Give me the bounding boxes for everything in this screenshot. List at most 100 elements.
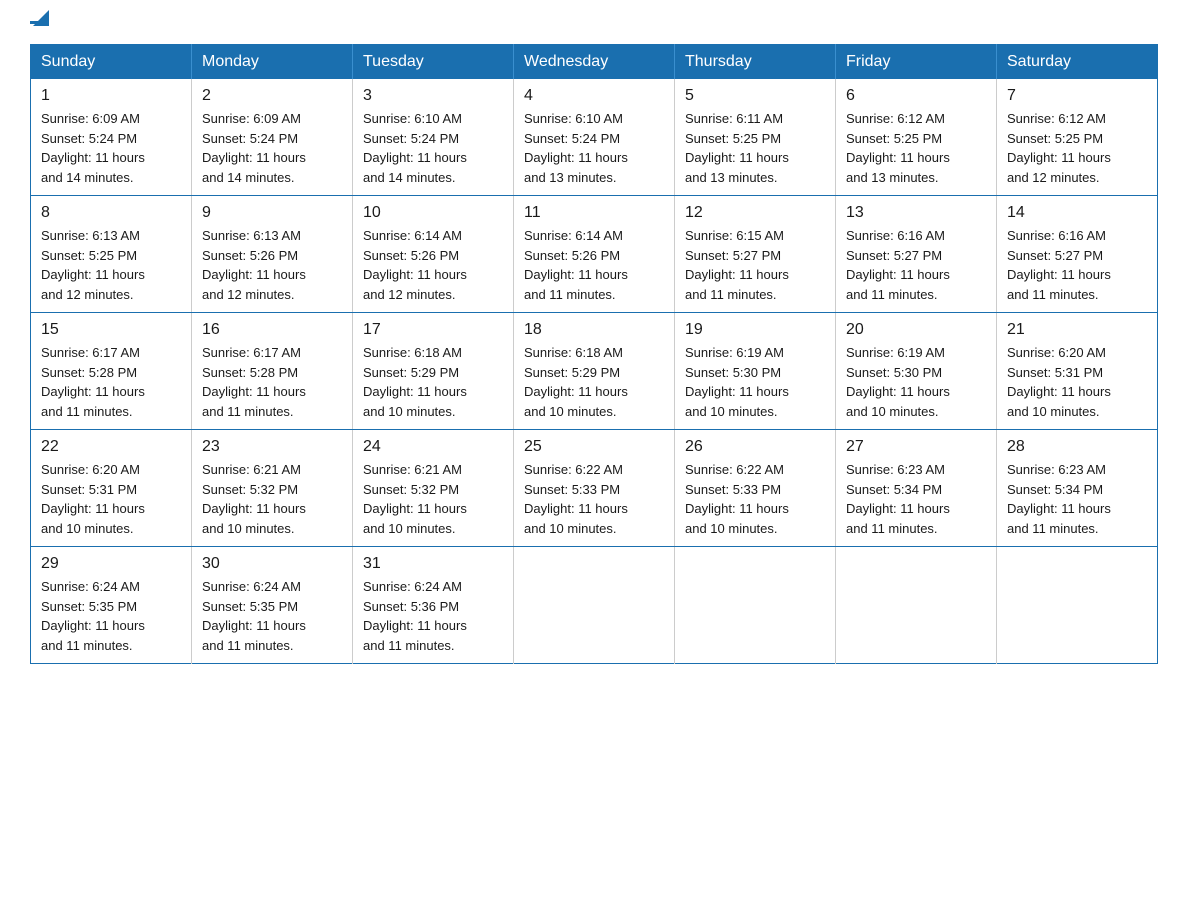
week-row-4: 22Sunrise: 6:20 AMSunset: 5:31 PMDayligh… <box>31 430 1158 547</box>
day-header-sunday: Sunday <box>31 45 192 80</box>
day-number: 31 <box>363 555 503 573</box>
day-number: 5 <box>685 87 825 105</box>
calendar-header-row: SundayMondayTuesdayWednesdayThursdayFrid… <box>31 45 1158 80</box>
day-info: Sunrise: 6:18 AMSunset: 5:29 PMDaylight:… <box>524 343 664 421</box>
day-header-friday: Friday <box>836 45 997 80</box>
calendar-cell <box>997 547 1158 664</box>
day-number: 17 <box>363 321 503 339</box>
day-number: 3 <box>363 87 503 105</box>
day-number: 8 <box>41 204 181 222</box>
day-header-saturday: Saturday <box>997 45 1158 80</box>
day-info: Sunrise: 6:17 AMSunset: 5:28 PMDaylight:… <box>202 343 342 421</box>
calendar-cell: 5Sunrise: 6:11 AMSunset: 5:25 PMDaylight… <box>675 79 836 196</box>
day-number: 26 <box>685 438 825 456</box>
day-info: Sunrise: 6:23 AMSunset: 5:34 PMDaylight:… <box>1007 460 1147 538</box>
day-number: 10 <box>363 204 503 222</box>
day-number: 12 <box>685 204 825 222</box>
day-info: Sunrise: 6:09 AMSunset: 5:24 PMDaylight:… <box>41 109 181 187</box>
day-number: 21 <box>1007 321 1147 339</box>
calendar-cell: 10 Sunrise: 6:14 AMSunset: 5:26 PMDayligh… <box>353 196 514 313</box>
day-info: Sunrise: 6:14 AMSunset: 5:26 PMDaylight:… <box>524 226 664 304</box>
calendar-cell: 4Sunrise: 6:10 AMSunset: 5:24 PMDaylight… <box>514 79 675 196</box>
day-number: 14 <box>1007 204 1147 222</box>
day-info: Sunrise: 6:10 AMSunset: 5:24 PMDaylight:… <box>363 109 503 187</box>
day-info: Sunrise: 6:16 AMSunset: 5:27 PMDaylight:… <box>846 226 986 304</box>
calendar-cell: 19Sunrise: 6:19 AMSunset: 5:30 PMDayligh… <box>675 313 836 430</box>
day-number: 22 <box>41 438 181 456</box>
week-row-3: 15 Sunrise: 6:17 AMSunset: 5:28 PMDayligh… <box>31 313 1158 430</box>
day-number: 30 <box>202 555 342 573</box>
calendar-cell: 2 Sunrise: 6:09 AMSunset: 5:24 PMDaylight… <box>192 79 353 196</box>
week-row-1: 1 Sunrise: 6:09 AMSunset: 5:24 PMDaylight… <box>31 79 1158 196</box>
day-number: 23 <box>202 438 342 456</box>
day-header-wednesday: Wednesday <box>514 45 675 80</box>
calendar-cell: 22Sunrise: 6:20 AMSunset: 5:31 PMDayligh… <box>31 430 192 547</box>
calendar-table: SundayMondayTuesdayWednesdayThursdayFrid… <box>30 44 1158 664</box>
day-info: Sunrise: 6:21 AMSunset: 5:32 PMDaylight:… <box>363 460 503 538</box>
day-header-thursday: Thursday <box>675 45 836 80</box>
day-header-monday: Monday <box>192 45 353 80</box>
calendar-cell: 26 Sunrise: 6:22 AMSunset: 5:33 PMDayligh… <box>675 430 836 547</box>
day-info: Sunrise: 6:24 AMSunset: 5:36 PMDaylight:… <box>363 577 503 655</box>
calendar-cell: 20 Sunrise: 6:19 AMSunset: 5:30 PMDayligh… <box>836 313 997 430</box>
day-number: 9 <box>202 204 342 222</box>
day-number: 2 <box>202 87 342 105</box>
calendar-cell: 9 Sunrise: 6:13 AMSunset: 5:26 PMDaylight… <box>192 196 353 313</box>
calendar-cell: 1 Sunrise: 6:09 AMSunset: 5:24 PMDaylight… <box>31 79 192 196</box>
day-number: 20 <box>846 321 986 339</box>
calendar-cell: 6 Sunrise: 6:12 AMSunset: 5:25 PMDaylight… <box>836 79 997 196</box>
day-info: Sunrise: 6:13 AMSunset: 5:25 PMDaylight:… <box>41 226 181 304</box>
day-info: Sunrise: 6:23 AMSunset: 5:34 PMDaylight:… <box>846 460 986 538</box>
day-info: Sunrise: 6:16 AMSunset: 5:27 PMDaylight:… <box>1007 226 1147 304</box>
calendar-cell: 11 Sunrise: 6:14 AMSunset: 5:26 PMDayligh… <box>514 196 675 313</box>
day-number: 15 <box>41 321 181 339</box>
calendar-cell: 16 Sunrise: 6:17 AMSunset: 5:28 PMDayligh… <box>192 313 353 430</box>
day-info: Sunrise: 6:22 AMSunset: 5:33 PMDaylight:… <box>524 460 664 538</box>
calendar-cell: 24 Sunrise: 6:21 AMSunset: 5:32 PMDayligh… <box>353 430 514 547</box>
day-number: 18 <box>524 321 664 339</box>
calendar-cell: 14 Sunrise: 6:16 AMSunset: 5:27 PMDayligh… <box>997 196 1158 313</box>
day-number: 11 <box>524 204 664 222</box>
day-info: Sunrise: 6:22 AMSunset: 5:33 PMDaylight:… <box>685 460 825 538</box>
day-number: 27 <box>846 438 986 456</box>
calendar-cell: 17 Sunrise: 6:18 AMSunset: 5:29 PMDayligh… <box>353 313 514 430</box>
day-info: Sunrise: 6:19 AMSunset: 5:30 PMDaylight:… <box>685 343 825 421</box>
day-info: Sunrise: 6:12 AMSunset: 5:25 PMDaylight:… <box>1007 109 1147 187</box>
day-info: Sunrise: 6:17 AMSunset: 5:28 PMDaylight:… <box>41 343 181 421</box>
day-number: 24 <box>363 438 503 456</box>
logo <box>30 20 49 24</box>
calendar-cell: 18 Sunrise: 6:18 AMSunset: 5:29 PMDayligh… <box>514 313 675 430</box>
calendar-cell: 15 Sunrise: 6:17 AMSunset: 5:28 PMDayligh… <box>31 313 192 430</box>
calendar-cell: 13 Sunrise: 6:16 AMSunset: 5:27 PMDayligh… <box>836 196 997 313</box>
day-info: Sunrise: 6:12 AMSunset: 5:25 PMDaylight:… <box>846 109 986 187</box>
calendar-cell: 21 Sunrise: 6:20 AMSunset: 5:31 PMDayligh… <box>997 313 1158 430</box>
calendar-cell: 29Sunrise: 6:24 AMSunset: 5:35 PMDayligh… <box>31 547 192 664</box>
calendar-cell: 12 Sunrise: 6:15 AMSunset: 5:27 PMDayligh… <box>675 196 836 313</box>
day-info: Sunrise: 6:09 AMSunset: 5:24 PMDaylight:… <box>202 109 342 187</box>
day-info: Sunrise: 6:21 AMSunset: 5:32 PMDaylight:… <box>202 460 342 538</box>
calendar-cell: 3 Sunrise: 6:10 AMSunset: 5:24 PMDaylight… <box>353 79 514 196</box>
day-number: 28 <box>1007 438 1147 456</box>
day-info: Sunrise: 6:14 AMSunset: 5:26 PMDaylight:… <box>363 226 503 304</box>
logo-blue-text <box>30 20 49 24</box>
calendar-cell: 30Sunrise: 6:24 AMSunset: 5:35 PMDayligh… <box>192 547 353 664</box>
day-number: 7 <box>1007 87 1147 105</box>
calendar-cell: 25Sunrise: 6:22 AMSunset: 5:33 PMDayligh… <box>514 430 675 547</box>
day-number: 6 <box>846 87 986 105</box>
day-number: 4 <box>524 87 664 105</box>
day-number: 1 <box>41 87 181 105</box>
page-header <box>30 20 1158 24</box>
day-info: Sunrise: 6:20 AMSunset: 5:31 PMDaylight:… <box>1007 343 1147 421</box>
day-info: Sunrise: 6:13 AMSunset: 5:26 PMDaylight:… <box>202 226 342 304</box>
day-number: 13 <box>846 204 986 222</box>
calendar-cell <box>675 547 836 664</box>
week-row-5: 29Sunrise: 6:24 AMSunset: 5:35 PMDayligh… <box>31 547 1158 664</box>
day-info: Sunrise: 6:18 AMSunset: 5:29 PMDaylight:… <box>363 343 503 421</box>
week-row-2: 8 Sunrise: 6:13 AMSunset: 5:25 PMDaylight… <box>31 196 1158 313</box>
day-number: 16 <box>202 321 342 339</box>
day-info: Sunrise: 6:19 AMSunset: 5:30 PMDaylight:… <box>846 343 986 421</box>
calendar-cell: 28 Sunrise: 6:23 AMSunset: 5:34 PMDayligh… <box>997 430 1158 547</box>
day-info: Sunrise: 6:15 AMSunset: 5:27 PMDaylight:… <box>685 226 825 304</box>
calendar-cell: 23 Sunrise: 6:21 AMSunset: 5:32 PMDayligh… <box>192 430 353 547</box>
calendar-cell: 31 Sunrise: 6:24 AMSunset: 5:36 PMDayligh… <box>353 547 514 664</box>
